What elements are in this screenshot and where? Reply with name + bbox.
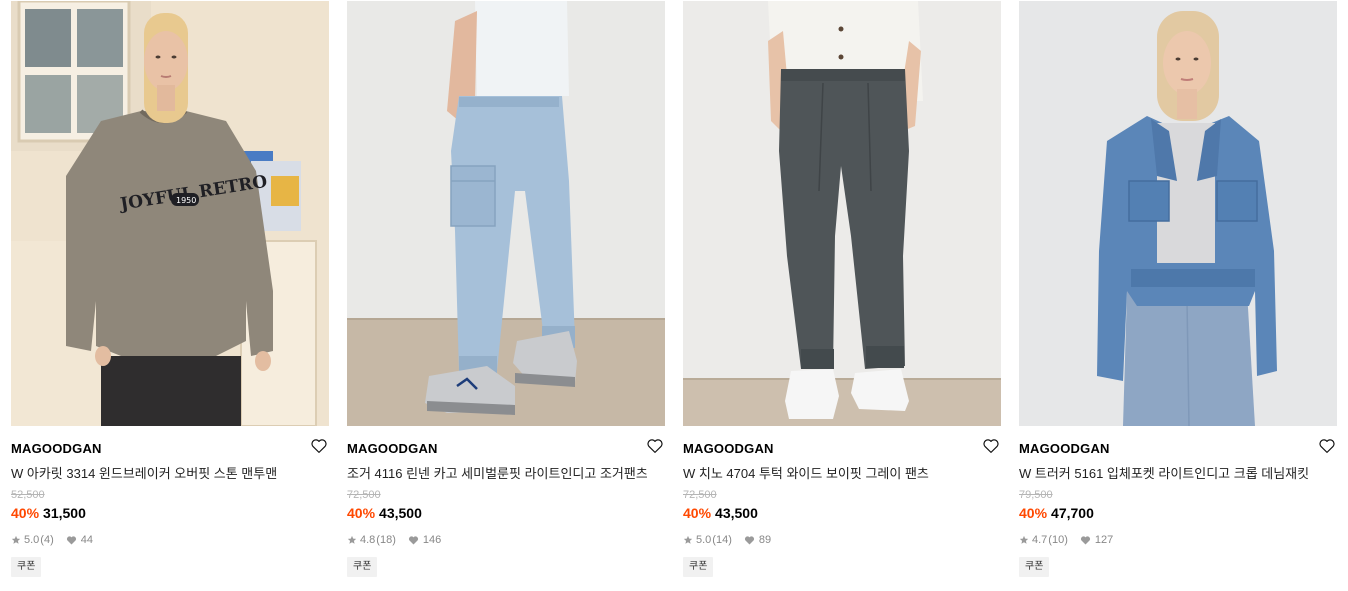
star-icon (11, 535, 21, 544)
like-count: 127 (1094, 534, 1114, 546)
price-row: 40% 31,500 (11, 505, 86, 521)
heart-filled-icon (66, 536, 76, 545)
discount-rate: 40% (11, 505, 40, 521)
heart-filled-icon (408, 536, 418, 545)
review-count: (14) (712, 534, 732, 546)
product-photo-cargo-joggers (347, 1, 665, 426)
product-image[interactable]: JOYFUL RETRO 1950 (11, 1, 329, 426)
review-count: (18) (376, 534, 396, 546)
discount-rate: 40% (347, 505, 376, 521)
price-row: 40% 43,500 (683, 505, 758, 521)
original-price: 72,500 (683, 489, 717, 501)
product-grid: JOYFUL RETRO 1950 MAGOODGAN W 아카릿 3314 윈… (0, 0, 1348, 591)
product-card[interactable]: MAGOODGAN W 치노 4704 투턱 와이드 보이핏 그레이 팬츠 72… (683, 0, 1001, 591)
review-stats: 4.8 (18) 146 (347, 534, 441, 546)
product-photo-denim-jacket (1019, 1, 1337, 426)
product-photo-sweatshirt: JOYFUL RETRO 1950 (11, 1, 329, 426)
coupon-badge: 쿠폰 (683, 557, 714, 577)
price-row: 40% 47,700 (1019, 505, 1094, 521)
like-count: 44 (80, 534, 93, 546)
rating-value: 5.0 (696, 534, 712, 546)
rating-value: 5.0 (24, 534, 40, 546)
product-card[interactable]: JOYFUL RETRO 1950 MAGOODGAN W 아카릿 3314 윈… (11, 0, 329, 591)
like-count: 146 (422, 534, 442, 546)
original-price: 79,500 (1019, 489, 1053, 501)
coupon-badge: 쿠폰 (1019, 557, 1050, 577)
product-card[interactable]: MAGOODGAN W 트러커 5161 입체포켓 라이트인디고 크롭 데님재킷… (1019, 0, 1337, 591)
wishlist-heart-icon[interactable] (310, 437, 328, 455)
brand-name[interactable]: MAGOODGAN (11, 441, 102, 456)
product-name[interactable]: W 아카릿 3314 윈드브레이커 오버핏 스톤 맨투맨 (11, 463, 311, 482)
heart-filled-icon (744, 536, 754, 545)
price-row: 40% 43,500 (347, 505, 422, 521)
brand-name[interactable]: MAGOODGAN (1019, 441, 1110, 456)
product-name[interactable]: W 트러커 5161 입체포켓 라이트인디고 크롭 데님재킷 (1019, 463, 1319, 482)
discount-rate: 40% (1019, 505, 1048, 521)
review-stats: 4.7 (10) 127 (1019, 534, 1113, 546)
original-price: 52,500 (11, 489, 45, 501)
print-badge: 1950 (176, 196, 196, 205)
sale-price: 47,700 (1051, 505, 1094, 521)
product-image[interactable] (347, 1, 665, 426)
wishlist-heart-icon[interactable] (1318, 437, 1336, 455)
product-name[interactable]: W 치노 4704 투턱 와이드 보이핏 그레이 팬츠 (683, 463, 983, 482)
rating-value: 4.7 (1032, 534, 1048, 546)
product-name[interactable]: 조거 4116 린넨 카고 세미벌룬핏 라이트인디고 조거팬츠 (347, 463, 647, 482)
rating-value: 4.8 (360, 534, 376, 546)
sale-price: 43,500 (715, 505, 758, 521)
sale-price: 43,500 (379, 505, 422, 521)
product-image[interactable] (1019, 1, 1337, 426)
wishlist-heart-icon[interactable] (646, 437, 664, 455)
star-icon (347, 535, 357, 544)
review-stats: 5.0 (14) 89 (683, 534, 771, 546)
like-count: 89 (758, 534, 772, 546)
wishlist-heart-icon[interactable] (982, 437, 1000, 455)
review-count: (4) (40, 534, 54, 546)
discount-rate: 40% (683, 505, 712, 521)
product-photo-gray-chinos (683, 1, 1001, 426)
brand-name[interactable]: MAGOODGAN (347, 441, 438, 456)
star-icon (683, 535, 693, 544)
sale-price: 31,500 (43, 505, 86, 521)
original-price: 72,500 (347, 489, 381, 501)
coupon-badge: 쿠폰 (347, 557, 378, 577)
heart-filled-icon (1080, 536, 1090, 545)
coupon-badge: 쿠폰 (11, 557, 42, 577)
product-card[interactable]: MAGOODGAN 조거 4116 린넨 카고 세미벌룬핏 라이트인디고 조거팬… (347, 0, 665, 591)
review-count: (10) (1048, 534, 1068, 546)
brand-name[interactable]: MAGOODGAN (683, 441, 774, 456)
product-image[interactable] (683, 1, 1001, 426)
star-icon (1019, 535, 1029, 544)
review-stats: 5.0 (4) 44 (11, 534, 93, 546)
